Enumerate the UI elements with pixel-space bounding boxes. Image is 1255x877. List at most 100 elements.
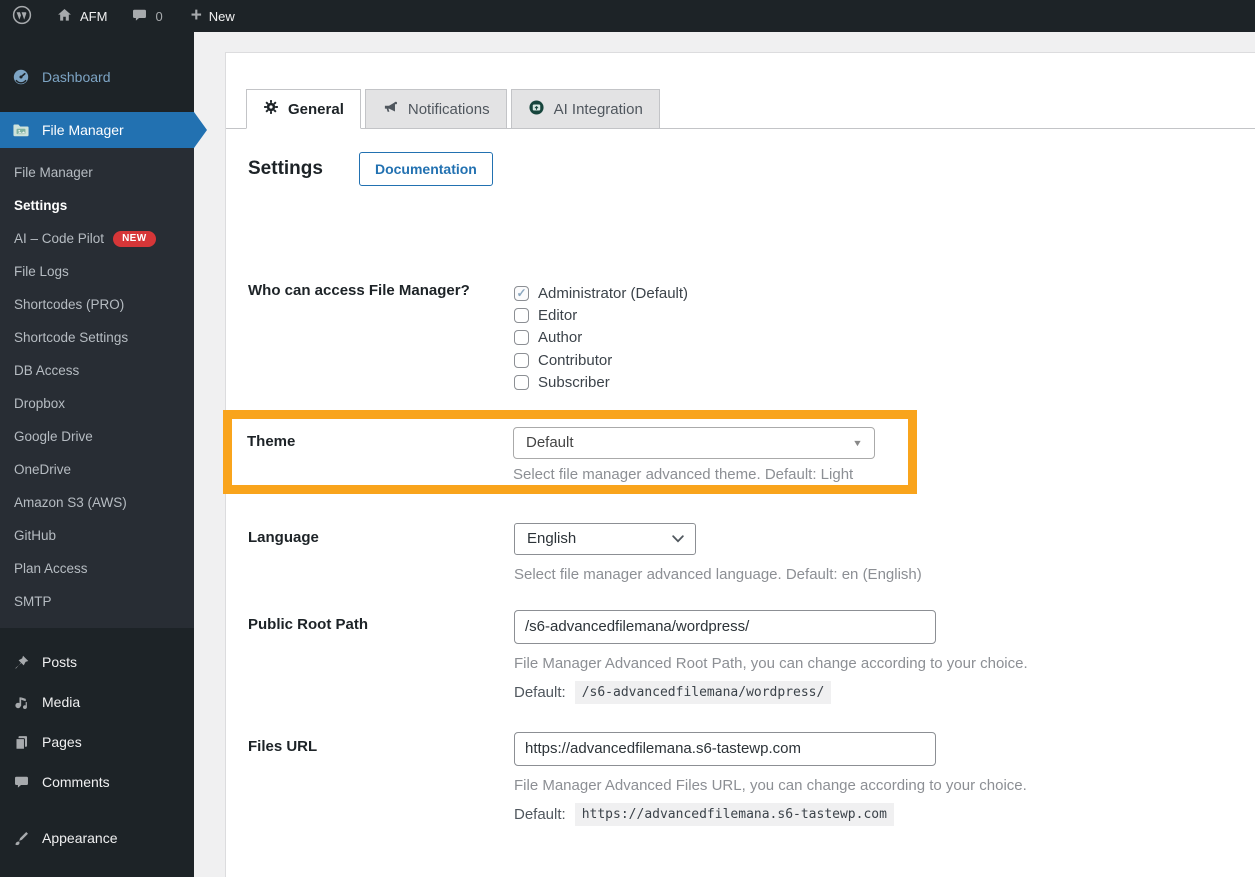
settings-panel: General Notifications AI Integration Set… bbox=[223, 52, 1255, 877]
home-icon bbox=[56, 7, 73, 26]
plus-icon: + bbox=[190, 5, 202, 26]
sidebar-item-pages[interactable]: Pages bbox=[0, 722, 194, 762]
sidebar-item-next-partial[interactable] bbox=[0, 866, 194, 877]
sidebar-item-label: File Manager bbox=[42, 122, 124, 138]
page-title: Settings bbox=[248, 158, 323, 179]
submenu-item-shortcode-settings[interactable]: Shortcode Settings bbox=[0, 321, 194, 354]
role-option-administrator: ✓ Administrator (Default) bbox=[514, 282, 1255, 304]
site-name-link[interactable]: AFM bbox=[56, 7, 107, 26]
files-url-help-text: File Manager Advanced Files URL, you can… bbox=[514, 776, 1027, 794]
admin-bar: AFM 0 + New bbox=[0, 0, 1255, 32]
sidebar-item-dashboard[interactable]: Dashboard bbox=[0, 60, 194, 94]
theme-dropdown-value: Default bbox=[526, 434, 574, 452]
submenu-item-google-drive[interactable]: Google Drive bbox=[0, 420, 194, 453]
role-label: Subscriber bbox=[538, 374, 610, 392]
role-option-author: Author bbox=[514, 327, 1255, 349]
root-path-input[interactable] bbox=[514, 609, 936, 644]
site-name-label: AFM bbox=[80, 8, 108, 24]
submenu-item-file-manager[interactable]: File Manager bbox=[0, 156, 194, 189]
language-field: English Select file manager advanced lan… bbox=[514, 522, 1255, 583]
submenu-item-onedrive[interactable]: OneDrive bbox=[0, 453, 194, 486]
checkbox-administrator[interactable]: ✓ bbox=[514, 285, 529, 301]
new-badge: NEW bbox=[113, 230, 156, 247]
tab-ai-integration[interactable]: AI Integration bbox=[510, 89, 660, 129]
submenu-item-dropbox[interactable]: Dropbox bbox=[0, 387, 194, 420]
file-manager-submenu: File Manager Settings AI – Code Pilot NE… bbox=[0, 148, 194, 628]
sidebar-item-file-manager[interactable]: File Manager bbox=[0, 112, 194, 148]
submenu-label: Shortcode Settings bbox=[14, 330, 129, 345]
files-url-default-value: https://advancedfilemana.s6-tastewp.com bbox=[574, 802, 894, 826]
megaphone-icon bbox=[382, 99, 399, 119]
theme-row: Theme Default ▼ Select file manager adva… bbox=[232, 419, 908, 485]
wordpress-menu-button[interactable] bbox=[12, 5, 32, 28]
media-notes-icon bbox=[10, 694, 32, 711]
submenu-item-amazon-s3[interactable]: Amazon S3 (AWS) bbox=[0, 486, 194, 519]
tab-general[interactable]: General bbox=[246, 89, 361, 129]
theme-help-text: Select file manager advanced theme. Defa… bbox=[513, 465, 854, 483]
comment-count: 0 bbox=[155, 8, 163, 24]
comment-bubble-icon bbox=[131, 7, 148, 26]
submenu-label: Dropbox bbox=[14, 396, 66, 411]
submenu-label: OneDrive bbox=[14, 462, 72, 477]
documentation-button[interactable]: Documentation bbox=[358, 152, 493, 186]
submenu-label: SMTP bbox=[14, 594, 52, 609]
submenu-item-github[interactable]: GitHub bbox=[0, 519, 194, 552]
language-dropdown[interactable]: English bbox=[514, 522, 696, 555]
sidebar-item-label: Pages bbox=[42, 734, 82, 750]
sidebar-item-label: Appearance bbox=[42, 830, 118, 846]
submenu-item-smtp[interactable]: SMTP bbox=[0, 585, 194, 618]
sidebar-item-comments[interactable]: Comments bbox=[0, 762, 194, 802]
submenu-item-settings[interactable]: Settings bbox=[0, 189, 194, 222]
role-label: Administrator (Default) bbox=[538, 284, 689, 302]
role-label: Author bbox=[538, 329, 583, 347]
access-roles-options: ✓ Administrator (Default) Editor Author … bbox=[514, 282, 1255, 394]
comments-shortcut[interactable]: 0 bbox=[131, 7, 163, 26]
tab-notifications[interactable]: Notifications bbox=[364, 89, 507, 129]
tab-label: General bbox=[288, 100, 344, 118]
submenu-label: Settings bbox=[14, 198, 68, 213]
submenu-item-ai-code-pilot[interactable]: AI – Code Pilot NEW bbox=[0, 222, 194, 255]
submenu-label: Plan Access bbox=[14, 561, 88, 576]
files-url-row: Files URL File Manager Advanced Files UR… bbox=[226, 731, 1255, 826]
language-help-text: Select file manager advanced language. D… bbox=[514, 565, 922, 583]
submenu-item-db-access[interactable]: DB Access bbox=[0, 354, 194, 387]
admin-sidebar: Dashboard File Manager File Manager Sett… bbox=[0, 32, 194, 877]
access-roles-label: Who can access File Manager? bbox=[248, 282, 470, 299]
sidebar-item-appearance[interactable]: Appearance bbox=[0, 818, 194, 858]
role-label: Contributor bbox=[538, 351, 613, 369]
new-content-button[interactable]: + New bbox=[190, 5, 235, 26]
submenu-label: AI – Code Pilot bbox=[14, 231, 105, 246]
page-header: Settings Documentation bbox=[226, 152, 1255, 186]
root-path-row: Public Root Path File Manager Advanced R… bbox=[226, 609, 1255, 704]
language-dropdown-value: English bbox=[527, 530, 577, 548]
settings-tabs: General Notifications AI Integration bbox=[226, 89, 1255, 129]
submenu-item-file-logs[interactable]: File Logs bbox=[0, 255, 194, 288]
files-url-input[interactable] bbox=[514, 731, 936, 766]
default-label: Default: bbox=[514, 805, 566, 823]
theme-highlight-box: Theme Default ▼ Select file manager adva… bbox=[223, 409, 917, 494]
submenu-item-shortcodes-pro[interactable]: Shortcodes (PRO) bbox=[0, 288, 194, 321]
theme-field: Default ▼ Select file manager advanced t… bbox=[513, 426, 908, 483]
root-path-label: Public Root Path bbox=[248, 615, 368, 633]
checkbox-author[interactable] bbox=[514, 330, 529, 346]
root-path-field: File Manager Advanced Root Path, you can… bbox=[514, 609, 1255, 704]
checkbox-subscriber[interactable] bbox=[514, 375, 529, 391]
submenu-item-plan-access[interactable]: Plan Access bbox=[0, 552, 194, 585]
ai-integration-icon bbox=[528, 99, 545, 120]
theme-dropdown[interactable]: Default ▼ bbox=[513, 426, 875, 459]
submenu-label: GitHub bbox=[14, 528, 57, 543]
sidebar-item-media[interactable]: Media bbox=[0, 682, 194, 722]
sidebar-item-posts[interactable]: Posts bbox=[0, 642, 194, 682]
checkbox-contributor[interactable] bbox=[514, 352, 529, 368]
files-url-label: Files URL bbox=[248, 737, 318, 755]
role-label: Editor bbox=[538, 307, 578, 325]
submenu-label: File Logs bbox=[14, 264, 69, 279]
check-icon: ✓ bbox=[516, 286, 527, 301]
chevron-down-icon bbox=[672, 530, 684, 547]
root-path-default-value: /s6-advancedfilemana/wordpress/ bbox=[574, 680, 832, 704]
sidebar-item-label: Media bbox=[42, 694, 81, 710]
default-label: Default: bbox=[514, 683, 566, 701]
checkbox-editor[interactable] bbox=[514, 308, 529, 324]
root-path-default: Default: /s6-advancedfilemana/wordpress/ bbox=[514, 680, 1255, 704]
new-label: New bbox=[208, 8, 235, 24]
